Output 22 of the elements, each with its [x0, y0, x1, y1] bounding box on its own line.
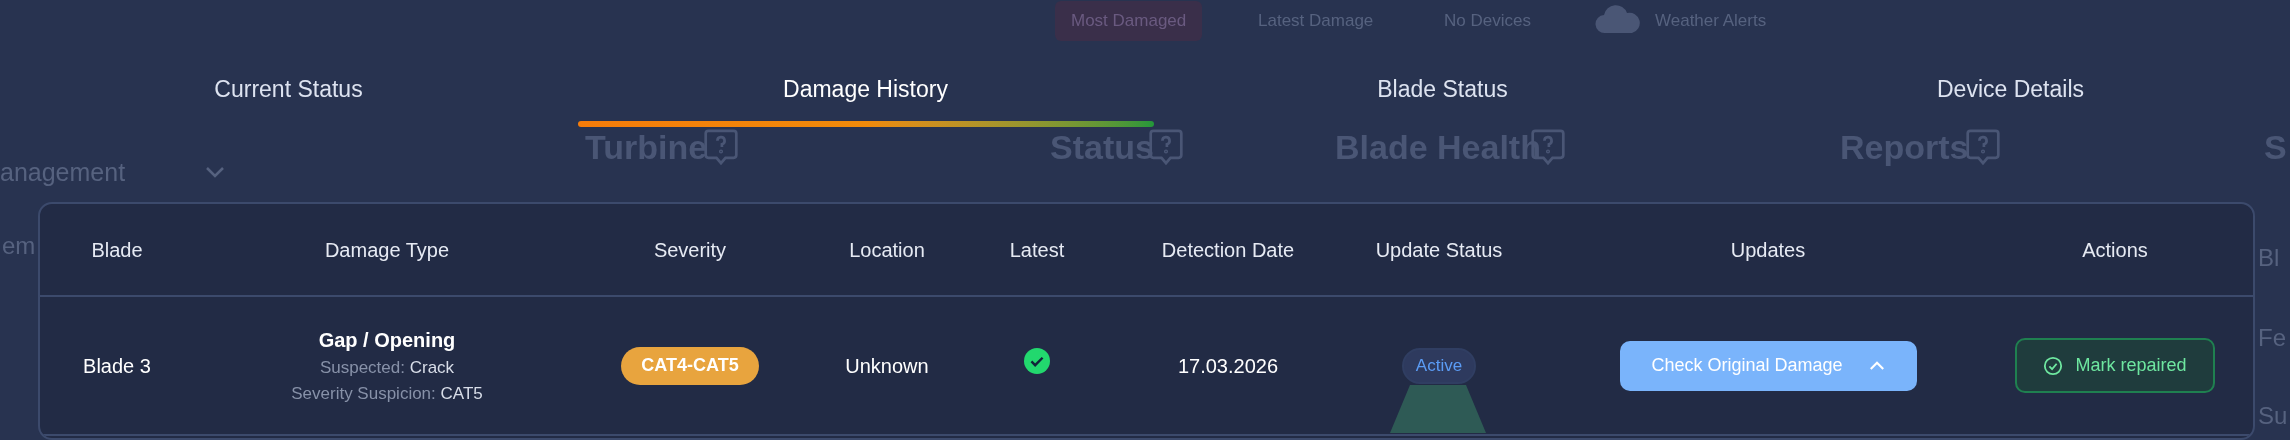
column-header: Detection Date	[1161, 237, 1295, 263]
table-cell-text: Unknown	[845, 353, 929, 379]
column-header: Location	[849, 237, 925, 263]
column-header: Blade	[91, 237, 143, 263]
tab[interactable]: Blade Status	[1154, 62, 1731, 128]
column-header: Actions	[2082, 237, 2148, 263]
table-cell-text: Blade 3	[83, 353, 151, 379]
damage-detail: Severity Suspicion: CAT5	[291, 382, 483, 405]
tab[interactable]: Device Details	[1731, 62, 2290, 128]
tab[interactable]: Current Status	[0, 62, 577, 128]
column-header: Damage Type	[324, 237, 450, 263]
table-cell-text: 17.03.2026	[1177, 353, 1279, 379]
column-header: Latest	[1009, 237, 1065, 263]
damage-type: Gap / Opening	[318, 327, 456, 353]
mark-repaired-button[interactable]: Mark repaired	[2015, 338, 2215, 393]
column-header: Severity	[653, 237, 727, 263]
damage-detail: Suspected: Crack	[319, 356, 455, 379]
column-header: Updates	[1730, 237, 1806, 263]
status-badge: Active	[1401, 347, 1477, 384]
severity-badge: CAT4-CAT5	[621, 346, 759, 385]
column-header: Update Status	[1375, 237, 1503, 263]
tab[interactable]: Damage History	[577, 62, 1154, 128]
